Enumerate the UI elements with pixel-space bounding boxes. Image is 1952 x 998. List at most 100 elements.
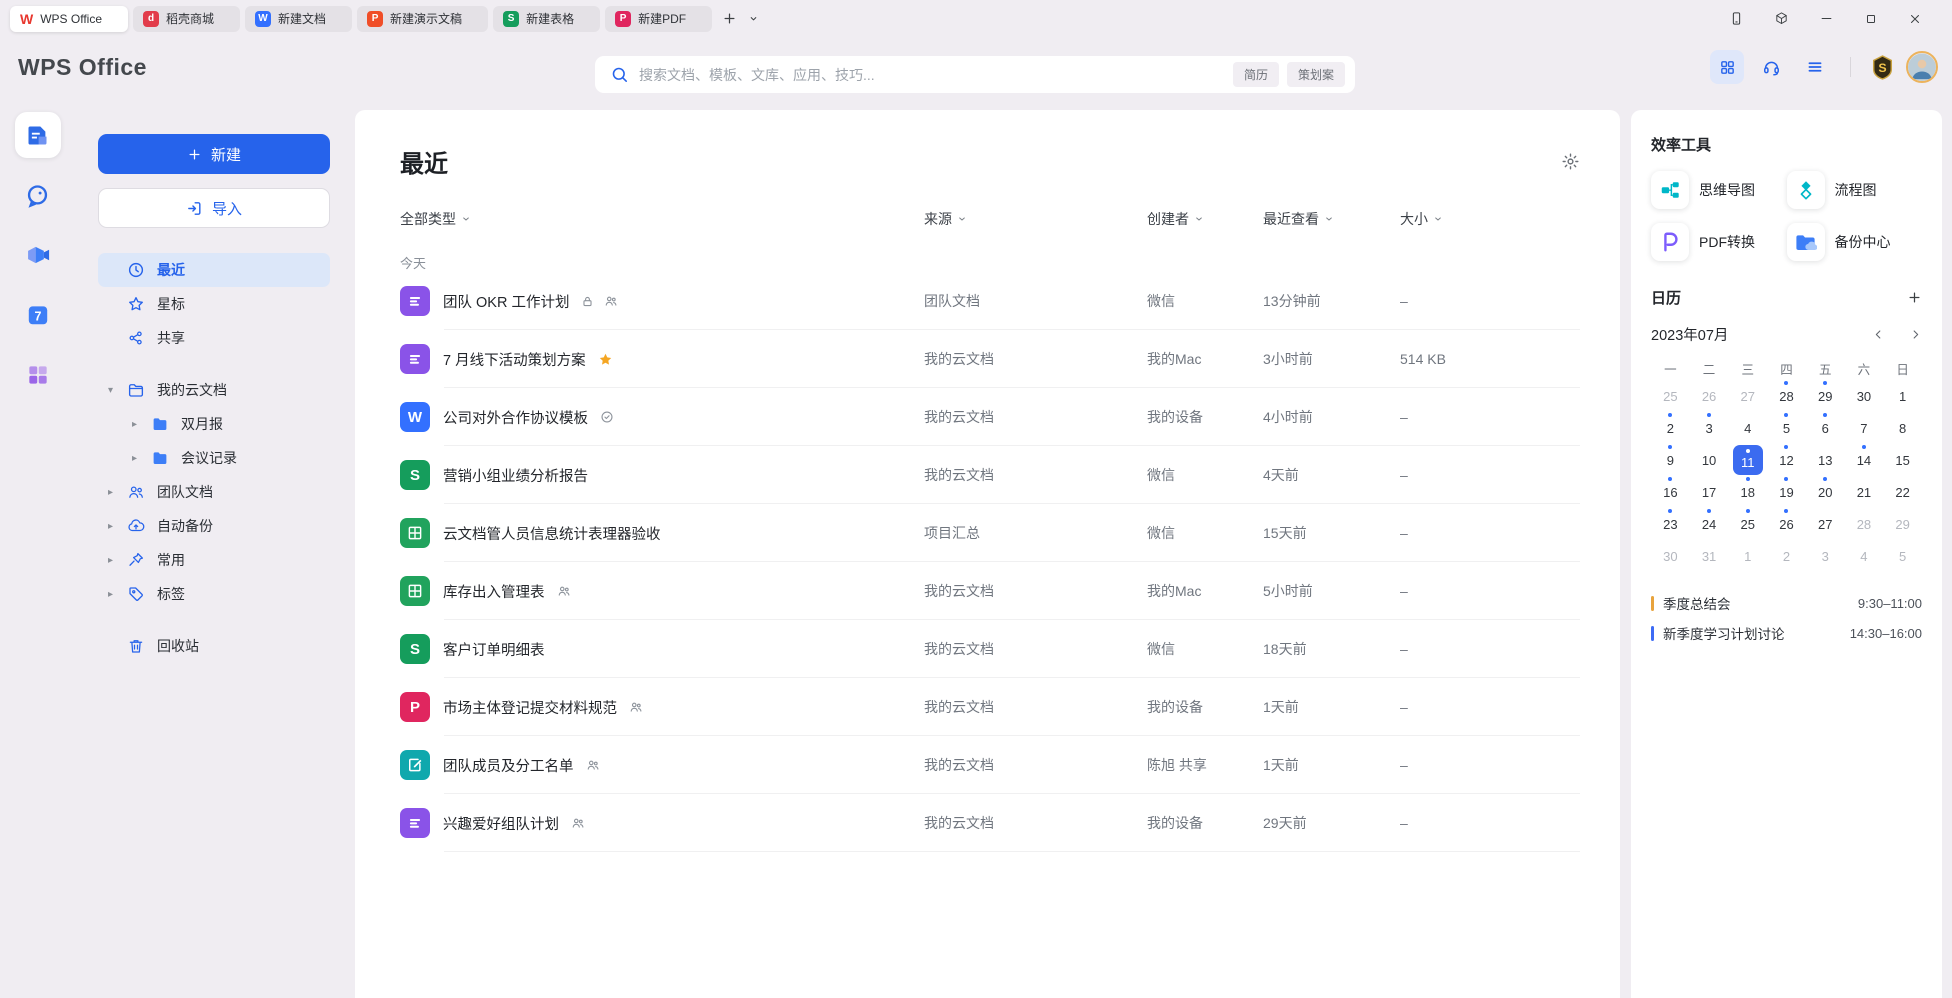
sidebar-item[interactable]: 回收站 [98,629,330,663]
sidebar-item[interactable]: ▸ 会议记录 [98,441,330,475]
sidebar-item[interactable]: 最近 [98,253,330,287]
window-maximize[interactable] [1864,12,1878,26]
tab-new-document[interactable]: W 新建文档 [245,6,352,32]
caret-icon[interactable]: ▾ [108,385,126,396]
calendar-day[interactable]: 1 [1728,540,1767,572]
caret-icon[interactable]: ▸ [108,521,126,532]
calendar-day[interactable]: 21 [1845,476,1884,508]
calendar-day[interactable]: 4 [1845,540,1884,572]
window-close[interactable] [1908,12,1922,26]
calendar-day[interactable]: 31 [1690,540,1729,572]
filter-dropdown[interactable]: 最近查看 [1263,209,1400,229]
tab-docer-store[interactable]: d 稻壳商城 [133,6,240,32]
membership-badge-icon[interactable]: S [1869,54,1896,81]
calendar-day[interactable]: 30 [1845,380,1884,412]
calendar-day[interactable]: 26 [1690,380,1729,412]
tool-backup-center[interactable]: 备份中心 [1787,223,1923,261]
calendar-day[interactable]: 28 [1767,380,1806,412]
file-row[interactable]: 7 月线下活动策划方案 我的云文档 我的Mac 3小时前 514 KB [400,330,1580,388]
calendar-day[interactable]: 13 [1806,444,1845,476]
calendar-day[interactable]: 29 [1883,508,1922,540]
calendar-day[interactable]: 19 [1767,476,1806,508]
calendar-day[interactable]: 25 [1651,380,1690,412]
window-mobile-view[interactable] [1729,11,1744,26]
file-row[interactable]: S 客户订单明细表 我的云文档 微信 18天前 – [400,620,1580,678]
rail-item-documents[interactable] [15,112,61,158]
sidebar-item[interactable]: ▸ 标签 [98,577,330,611]
calendar-day[interactable]: 5 [1883,540,1922,572]
calendar-day[interactable]: 26 [1767,508,1806,540]
calendar-day[interactable]: 8 [1883,412,1922,444]
filter-dropdown[interactable]: 全部类型 [400,209,924,229]
caret-icon[interactable]: ▸ [132,419,150,430]
tab-new-spreadsheet[interactable]: S 新建表格 [493,6,600,32]
filter-dropdown[interactable]: 来源 [924,209,1147,229]
calendar-day[interactable]: 2 [1651,412,1690,444]
window-workspace[interactable] [1774,11,1789,26]
calendar-day[interactable]: 25 [1728,508,1767,540]
calendar-day[interactable]: 3 [1690,412,1729,444]
sidebar-item[interactable]: ▸ 常用 [98,543,330,577]
calendar-day[interactable]: 5 [1767,412,1806,444]
sidebar-item[interactable]: ▸ 团队文档 [98,475,330,509]
calendar-day[interactable]: 14 [1845,444,1884,476]
calendar-day[interactable]: 12 [1767,444,1806,476]
apps-launcher[interactable] [1710,50,1744,84]
calendar-day[interactable]: 28 [1845,508,1884,540]
calendar-day[interactable]: 27 [1728,380,1767,412]
calendar-day[interactable]: 3 [1806,540,1845,572]
calendar-day[interactable]: 4 [1728,412,1767,444]
filter-dropdown[interactable]: 创建者 [1147,209,1263,229]
calendar-day[interactable]: 17 [1690,476,1729,508]
next-month-chevron-right-icon[interactable] [1909,328,1922,341]
calendar-day[interactable]: 29 [1806,380,1845,412]
calendar-day[interactable]: 1 [1883,380,1922,412]
avatar[interactable] [1906,51,1938,83]
rail-item-calendar[interactable]: 7 [15,292,61,338]
tool-mind-map[interactable]: 思维导图 [1651,171,1787,209]
tab-new-presentation[interactable]: P 新建演示文稿 [357,6,488,32]
file-row[interactable]: 云文档管人员信息统计表理器验收 项目汇总 微信 15天前 – [400,504,1580,562]
calendar-day[interactable]: 15 [1883,444,1922,476]
sidebar-item[interactable]: ▸ 双月报 [98,407,330,441]
search-input[interactable]: 搜索文档、模板、文库、应用、技巧... 简历策划案 [595,56,1355,93]
calendar-day[interactable]: 22 [1883,476,1922,508]
calendar-day[interactable]: 11 [1728,444,1767,476]
new-tab-menu-chevron-down-icon[interactable] [741,7,765,31]
sidebar-item[interactable]: ▾ 我的云文档 [98,373,330,407]
calendar-day[interactable]: 30 [1651,540,1690,572]
caret-icon[interactable]: ▸ [108,589,126,600]
caret-icon[interactable]: ▸ [108,487,126,498]
tool-pdf-convert[interactable]: PDF转换 [1651,223,1787,261]
new-tab-button[interactable] [717,7,741,31]
caret-icon[interactable]: ▸ [132,453,150,464]
calendar-day[interactable]: 10 [1690,444,1729,476]
filter-dropdown[interactable]: 大小 [1400,209,1580,229]
calendar-event[interactable]: 季度总结会 9:30–11:00 [1651,588,1922,618]
add-event-button[interactable] [1907,290,1922,305]
calendar-day[interactable]: 6 [1806,412,1845,444]
calendar-day[interactable]: 18 [1728,476,1767,508]
file-row[interactable]: S 营销小组业绩分析报告 我的云文档 微信 4天前 – [400,446,1580,504]
sidebar-item[interactable]: 共享 [98,321,330,355]
file-row[interactable]: P 市场主体登记提交材料规范 我的云文档 我的设备 1天前 – [400,678,1580,736]
file-row[interactable]: 库存出入管理表 我的云文档 我的Mac 5小时前 – [400,562,1580,620]
caret-icon[interactable]: ▸ [108,555,126,566]
file-row[interactable]: 团队 OKR 工作计划 团队文档 微信 13分钟前 – [400,272,1580,330]
search-suggestion-chip[interactable]: 策划案 [1287,62,1345,87]
star-filled-icon[interactable] [598,352,613,367]
sidebar-item[interactable]: ▸ 自动备份 [98,509,330,543]
customer-support[interactable] [1754,50,1788,84]
rail-item-meetings[interactable] [15,232,61,278]
rail-item-apps[interactable] [15,352,61,398]
calendar-day[interactable]: 16 [1651,476,1690,508]
calendar-day[interactable]: 23 [1651,508,1690,540]
window-minimize[interactable] [1819,11,1834,26]
file-row[interactable]: 兴趣爱好组队计划 我的云文档 我的设备 29天前 – [400,794,1580,852]
global-menu[interactable] [1798,50,1832,84]
tab-new-pdf[interactable]: P 新建PDF [605,6,712,32]
file-row[interactable]: W 公司对外合作协议模板 我的云文档 我的设备 4小时前 – [400,388,1580,446]
tool-flowchart[interactable]: 流程图 [1787,171,1923,209]
tab-wps-home[interactable]: W WPS Office [10,6,128,32]
search-suggestion-chip[interactable]: 简历 [1233,62,1279,87]
